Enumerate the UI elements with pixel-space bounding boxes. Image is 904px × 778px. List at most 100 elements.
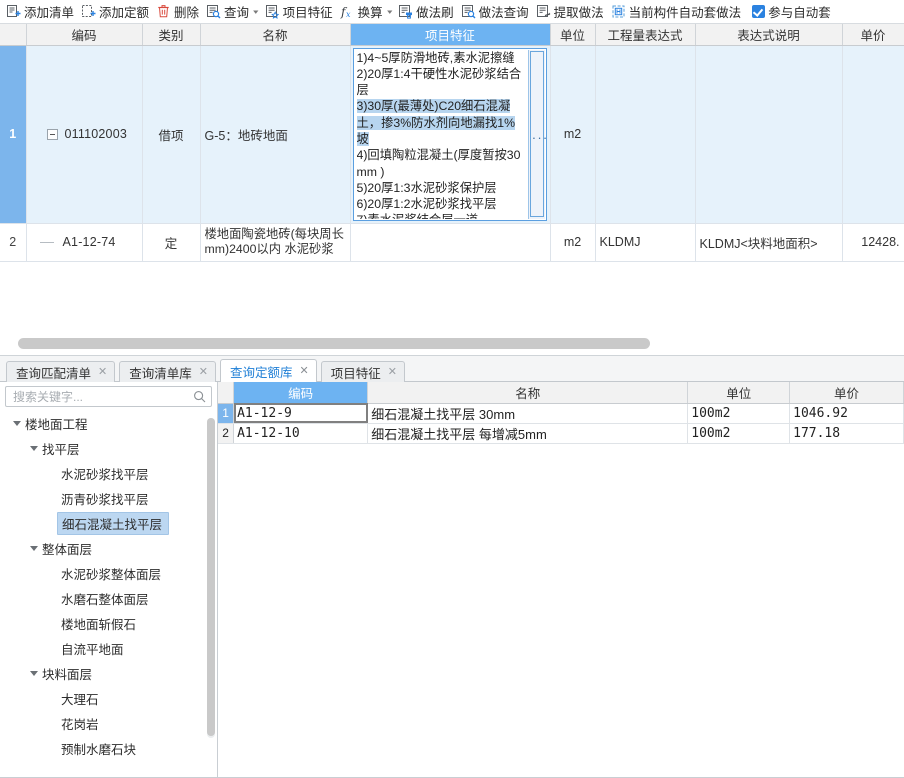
method-query-button[interactable]: 做法查询	[459, 1, 534, 23]
tree-node[interactable]: 沥青砂浆找平层	[0, 486, 217, 511]
add-quota-button[interactable]: 添加定额	[79, 1, 154, 23]
cell-unit-price[interactable]: 12428.	[842, 223, 904, 262]
method-grid: 编码 类别 名称 项目特征 单位 工程量表达式 表达式说明 单价 1 01110…	[0, 24, 904, 262]
cell-name[interactable]: 细石混凝土找平层 每增减5mm	[367, 423, 689, 444]
col-header-quantity-expression[interactable]: 工程量表达式	[595, 24, 696, 46]
collapse-toggle-icon[interactable]	[46, 128, 58, 140]
row-number[interactable]: 1	[218, 403, 235, 424]
col-header-expression-desc[interactable]: 表达式说明	[695, 24, 843, 46]
cell-code[interactable]: 011102003	[26, 45, 143, 224]
cell-unit[interactable]: m2	[550, 223, 596, 262]
col-header-code[interactable]: 编码	[233, 382, 369, 404]
chevron-down-icon[interactable]	[27, 671, 40, 676]
cell-unit[interactable]: m2	[550, 45, 596, 224]
cell-category[interactable]: 定	[142, 223, 201, 262]
col-header-project-feature[interactable]: 项目特征	[350, 24, 551, 46]
cell-unit[interactable]: 100m2	[687, 403, 791, 424]
search-icon[interactable]	[193, 390, 206, 403]
add-list-button[interactable]: 添加清单	[4, 1, 79, 23]
scrollbar-thumb[interactable]	[207, 418, 215, 736]
tree-node[interactable]: 块料面层	[0, 661, 217, 686]
auto-match-component-button[interactable]: 当前构件自动套做法	[609, 1, 747, 23]
tab-query-quota-library[interactable]: 查询定额库 ✕	[219, 359, 317, 382]
cell-unit[interactable]: 100m2	[687, 423, 791, 444]
tree-vertical-scrollbar[interactable]	[207, 418, 215, 738]
chevron-down-icon[interactable]: ▾	[253, 8, 258, 16]
col-header-name[interactable]: 名称	[367, 382, 689, 404]
cell-unit-price[interactable]: 177.18	[789, 423, 904, 444]
participate-auto-match-checkbox[interactable]: 参与自动套	[746, 1, 836, 23]
grid-horizontal-scrollbar[interactable]	[18, 338, 896, 349]
row-number[interactable]: 1	[0, 45, 27, 224]
cell-quantity-expression[interactable]: KLDMJ	[595, 223, 696, 262]
delete-button[interactable]: 删除	[154, 1, 204, 23]
auto-match-component-icon	[611, 4, 626, 19]
cell-name[interactable]: 楼地面陶瓷地砖(每块周长mm)2400以内 水泥砂浆	[200, 223, 351, 262]
search-box[interactable]	[5, 386, 212, 407]
cell-unit-price[interactable]: 1046.92	[789, 403, 904, 424]
close-icon[interactable]: ✕	[199, 366, 208, 378]
chevron-down-icon[interactable]	[10, 421, 23, 426]
tree-node[interactable]: 楼地面斩假石	[0, 611, 217, 636]
cell-expression-desc[interactable]	[695, 45, 843, 224]
add-list-icon	[6, 4, 21, 19]
checkbox-checked-icon[interactable]	[752, 5, 766, 18]
project-feature-ellipsis-button[interactable]: ...	[530, 123, 552, 145]
row-number[interactable]: 2	[218, 423, 235, 444]
project-feature-editor[interactable]: 1)4~5厚防滑地砖,素水泥擦缝 2)20厚1:4干硬性水泥砂浆结合层 3)30…	[352, 47, 547, 221]
col-header-unit[interactable]: 单位	[687, 382, 791, 404]
tree-node[interactable]: 水泥砂浆找平层	[0, 461, 217, 486]
cell-code[interactable]: A1-12-10	[233, 423, 369, 444]
tree-node[interactable]: 找平层	[0, 436, 217, 461]
table-row[interactable]: 2 A1-12-74 定 楼地面陶瓷地砖(每块周长mm)2400以内 水泥砂浆 …	[0, 223, 904, 262]
cell-unit-price[interactable]	[842, 45, 904, 224]
cell-project-feature[interactable]: 1)4~5厚防滑地砖,素水泥擦缝 2)20厚1:4干硬性水泥砂浆结合层 3)30…	[350, 45, 552, 224]
cell-name[interactable]: G-5：地砖地面	[200, 45, 351, 224]
table-row[interactable]: 1 A1-12-9 细石混凝土找平层 30mm 100m2 1046.92	[218, 403, 904, 424]
table-row[interactable]: 1 011102003 借项 G-5：地砖地面 1)4~5厚防滑地砖,素水泥擦缝…	[0, 45, 904, 224]
cell-category[interactable]: 借项	[142, 45, 201, 224]
col-header-unit-price[interactable]: 单价	[842, 24, 904, 46]
query-button[interactable]: 查询 ▾	[204, 1, 263, 23]
tab-query-list-library[interactable]: 查询清单库 ✕	[119, 361, 216, 382]
tree-node[interactable]: 水泥砂浆整体面层	[0, 561, 217, 586]
col-header-category[interactable]: 类别	[142, 24, 201, 46]
search-input[interactable]	[11, 388, 193, 405]
tree-node-label: 沥青砂浆找平层	[61, 493, 149, 507]
tree-node[interactable]: 细石混凝土找平层	[0, 511, 217, 536]
chevron-down-icon[interactable]: ▾	[387, 8, 392, 16]
tree-node[interactable]: 水磨石整体面层	[0, 586, 217, 611]
tab-project-feature[interactable]: 项目特征 ✕	[320, 361, 405, 382]
scrollbar-thumb[interactable]	[18, 338, 651, 349]
extract-method-button[interactable]: 提取做法	[534, 1, 609, 23]
cell-expression-desc[interactable]: KLDMJ<块料地面积>	[695, 223, 843, 262]
row-number[interactable]: 2	[0, 223, 27, 262]
cell-code[interactable]: A1-12-9	[233, 403, 369, 424]
tab-query-matched-list[interactable]: 查询匹配清单 ✕	[6, 361, 116, 382]
col-header-corner[interactable]	[0, 24, 27, 46]
close-icon[interactable]: ✕	[299, 365, 308, 377]
cell-quantity-expression[interactable]	[595, 45, 696, 224]
convert-button[interactable]: f x 换算 ▾	[338, 1, 397, 23]
cell-name[interactable]: 细石混凝土找平层 30mm	[367, 403, 689, 424]
tree-node[interactable]: 楼地面工程	[0, 411, 217, 436]
chevron-down-icon[interactable]	[27, 546, 40, 551]
tree-node[interactable]: 大理石	[0, 686, 217, 711]
col-header-name[interactable]: 名称	[200, 24, 351, 46]
tree-node[interactable]: 自流平地面	[0, 636, 217, 661]
cell-code[interactable]: A1-12-74	[26, 223, 143, 262]
col-header-corner[interactable]	[218, 382, 235, 404]
close-icon[interactable]: ✕	[388, 366, 397, 378]
close-icon[interactable]: ✕	[98, 366, 107, 378]
tree-node[interactable]: 花岗岩	[0, 711, 217, 736]
col-header-unit-price[interactable]: 单价	[789, 382, 904, 404]
table-row[interactable]: 2 A1-12-10 细石混凝土找平层 每增减5mm 100m2 177.18	[218, 423, 904, 444]
col-header-unit[interactable]: 单位	[550, 24, 596, 46]
method-brush-button[interactable]: 做法刷	[396, 1, 459, 23]
tree-node[interactable]: 整体面层	[0, 536, 217, 561]
cell-project-feature[interactable]	[350, 223, 551, 262]
tree-node[interactable]: 预制水磨石块	[0, 736, 217, 761]
col-header-code[interactable]: 编码	[26, 24, 143, 46]
project-feature-button[interactable]: 项目特征	[263, 1, 338, 23]
chevron-down-icon[interactable]	[27, 446, 40, 451]
